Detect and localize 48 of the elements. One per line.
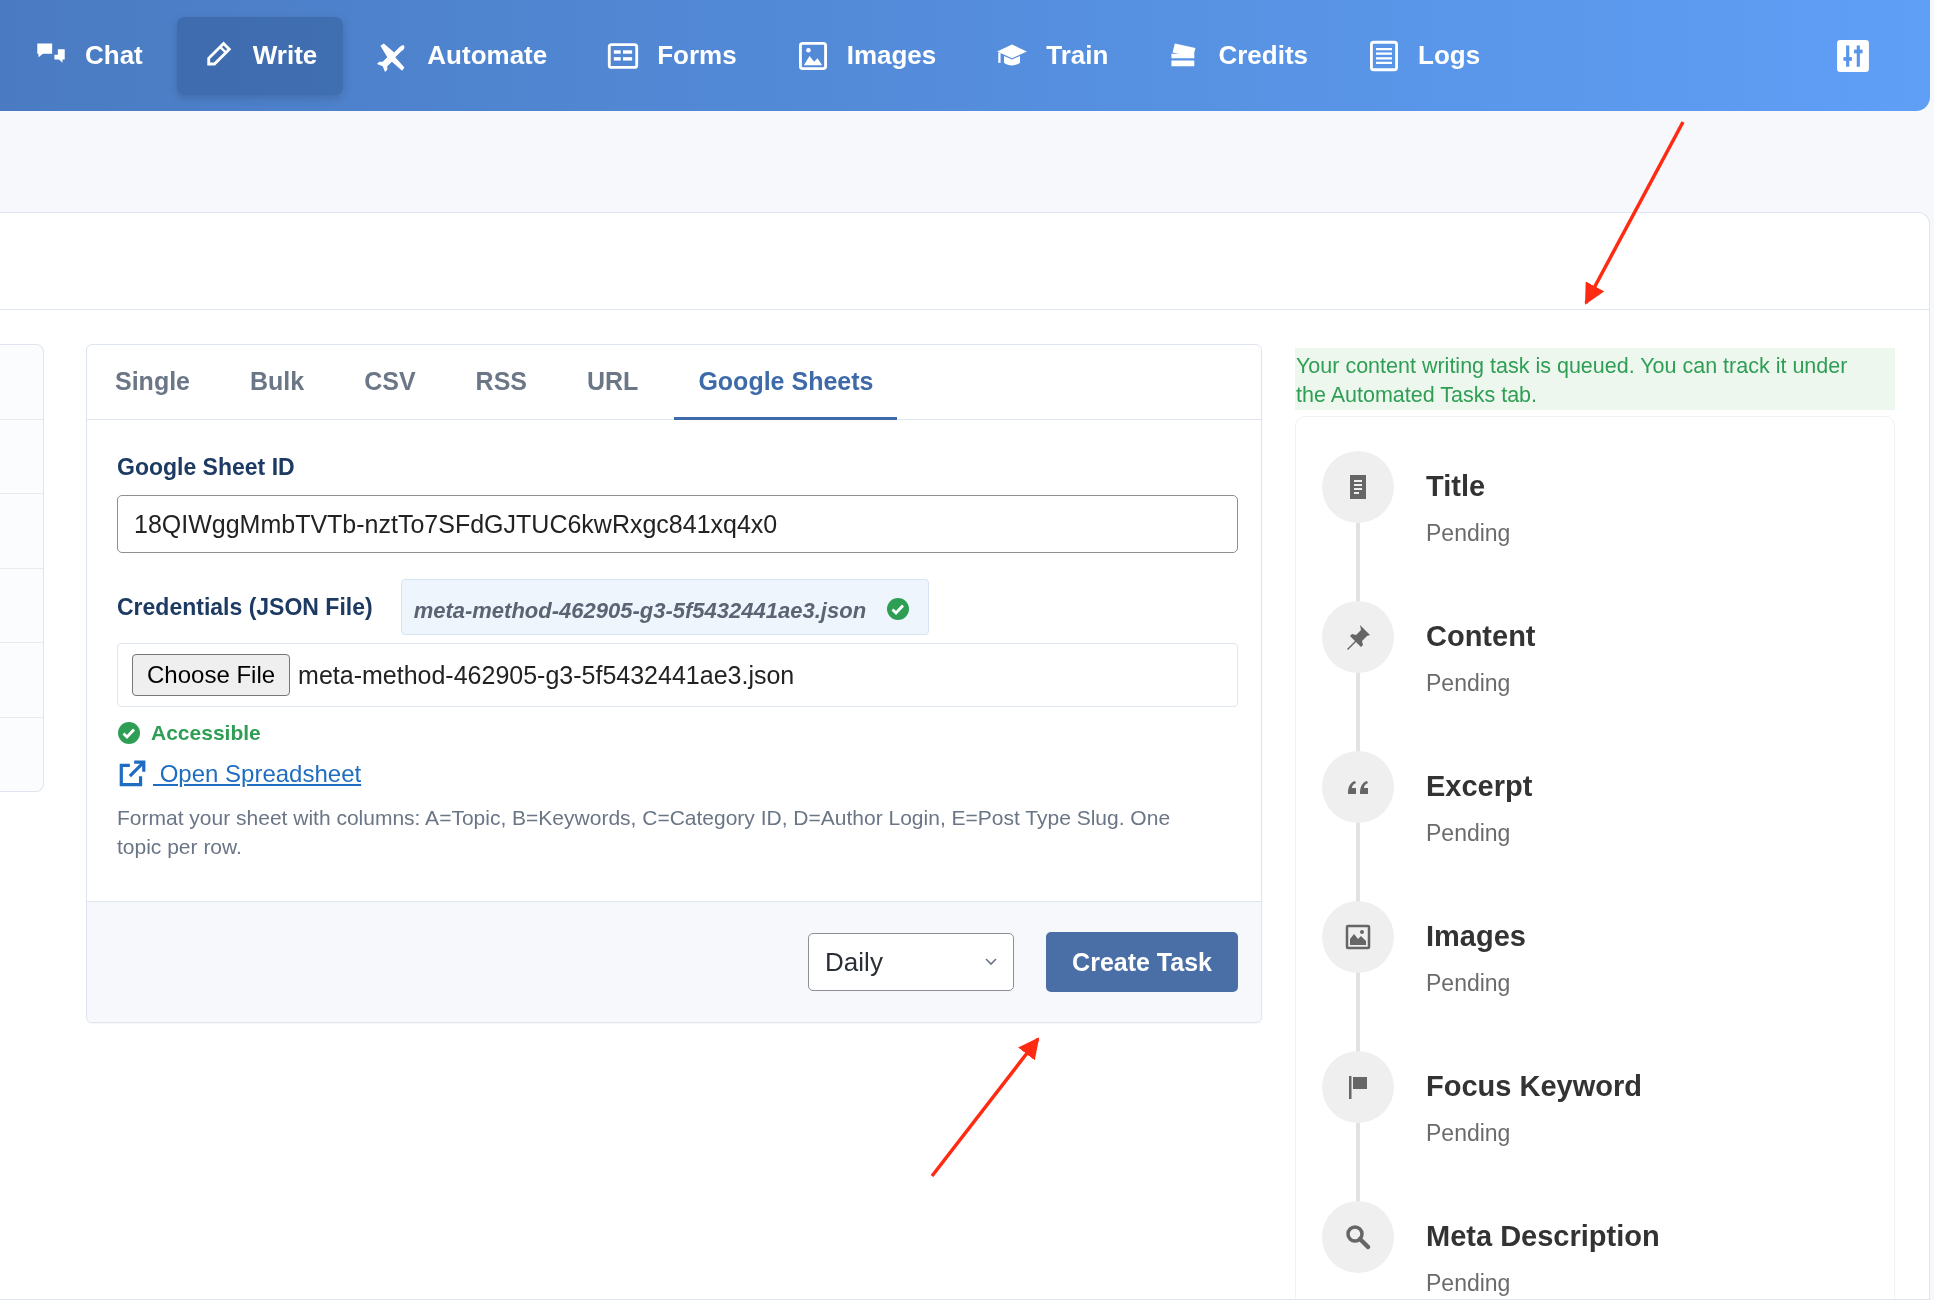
field-label: Google Sheet ID	[117, 454, 296, 481]
step-status: Pending	[1426, 1270, 1512, 1297]
step-status: Pending	[1426, 670, 1512, 697]
step-title: Meta Description	[1426, 1220, 1660, 1253]
nav-tab[interactable]: Automate	[351, 16, 574, 95]
form-tab[interactable]: Google Sheets	[674, 345, 898, 420]
open-spreadsheet-link[interactable]: Open Spreadsheet	[117, 759, 362, 789]
chevron-down-icon	[985, 958, 998, 966]
sheet-id-field[interactable]: 18QIWggMmbTVTb-nztTo7SFdGJTUC6kwRxgc841xq4x0	[117, 495, 1238, 553]
nav-tab[interactable]: Images	[770, 16, 963, 95]
step-status: Pending	[1426, 970, 1512, 997]
nav-tab[interactable]: Logs	[1342, 16, 1507, 95]
form-tab[interactable]: URL	[563, 345, 663, 420]
form-tab[interactable]: Bulk	[226, 345, 329, 420]
step-title: Excerpt	[1426, 770, 1533, 803]
form-tab[interactable]: RSS	[451, 345, 551, 420]
form-tab[interactable]: CSV	[340, 345, 440, 420]
nav-tab[interactable]: Credits	[1142, 16, 1334, 95]
check-circle-icon	[886, 597, 911, 621]
saved-file-name: meta-method-462905-g3-5f5432441ae3.json	[413, 597, 867, 624]
image-icon	[796, 39, 829, 72]
field-label: Credentials (JSON File)	[117, 593, 373, 621]
search-icon	[1344, 1223, 1372, 1251]
check-circle-icon	[117, 721, 141, 745]
list-icon	[1368, 39, 1400, 72]
step-status: Pending	[1426, 520, 1511, 547]
external-link-icon	[117, 759, 147, 789]
step-title: Images	[1426, 920, 1526, 953]
access-status-text: Accessible	[151, 721, 261, 745]
sliders-icon[interactable]	[1836, 38, 1870, 73]
step-status: Pending	[1426, 1120, 1512, 1147]
step-title: Content	[1426, 620, 1536, 653]
step-status: Pending	[1426, 820, 1512, 847]
nav-tab[interactable]: Train	[970, 16, 1135, 95]
file-input-field[interactable]: Choose File meta-method-462905-g3-5f5432441ae3.json	[117, 643, 1238, 707]
form-tab[interactable]: Single	[91, 345, 214, 420]
step-title: Focus Keyword	[1426, 1070, 1642, 1103]
schedule-select[interactable]: Daily	[808, 933, 1015, 991]
help-text: Format your sheet with columns: A=Topic, B=Keywords, C=Category ID, D=Author Login, E=Post Type Slug. One topic per row.	[117, 805, 1172, 860]
success-notice: Your content writing task is queued. You can track it under the Automated Tasks tab.	[1295, 348, 1895, 410]
create-task-button[interactable]: Create Task	[1046, 932, 1238, 992]
file-name: meta-method-462905-g3-5f5432441ae3.json	[298, 660, 795, 690]
nav-tab[interactable]: Write	[176, 16, 344, 95]
choose-file-button[interactable]: Choose File	[132, 654, 291, 696]
step-title: Title	[1426, 470, 1487, 503]
image-icon	[1344, 923, 1372, 951]
nav-tab[interactable]: Chat	[9, 16, 169, 95]
nav-tab[interactable]: Forms	[581, 16, 763, 95]
